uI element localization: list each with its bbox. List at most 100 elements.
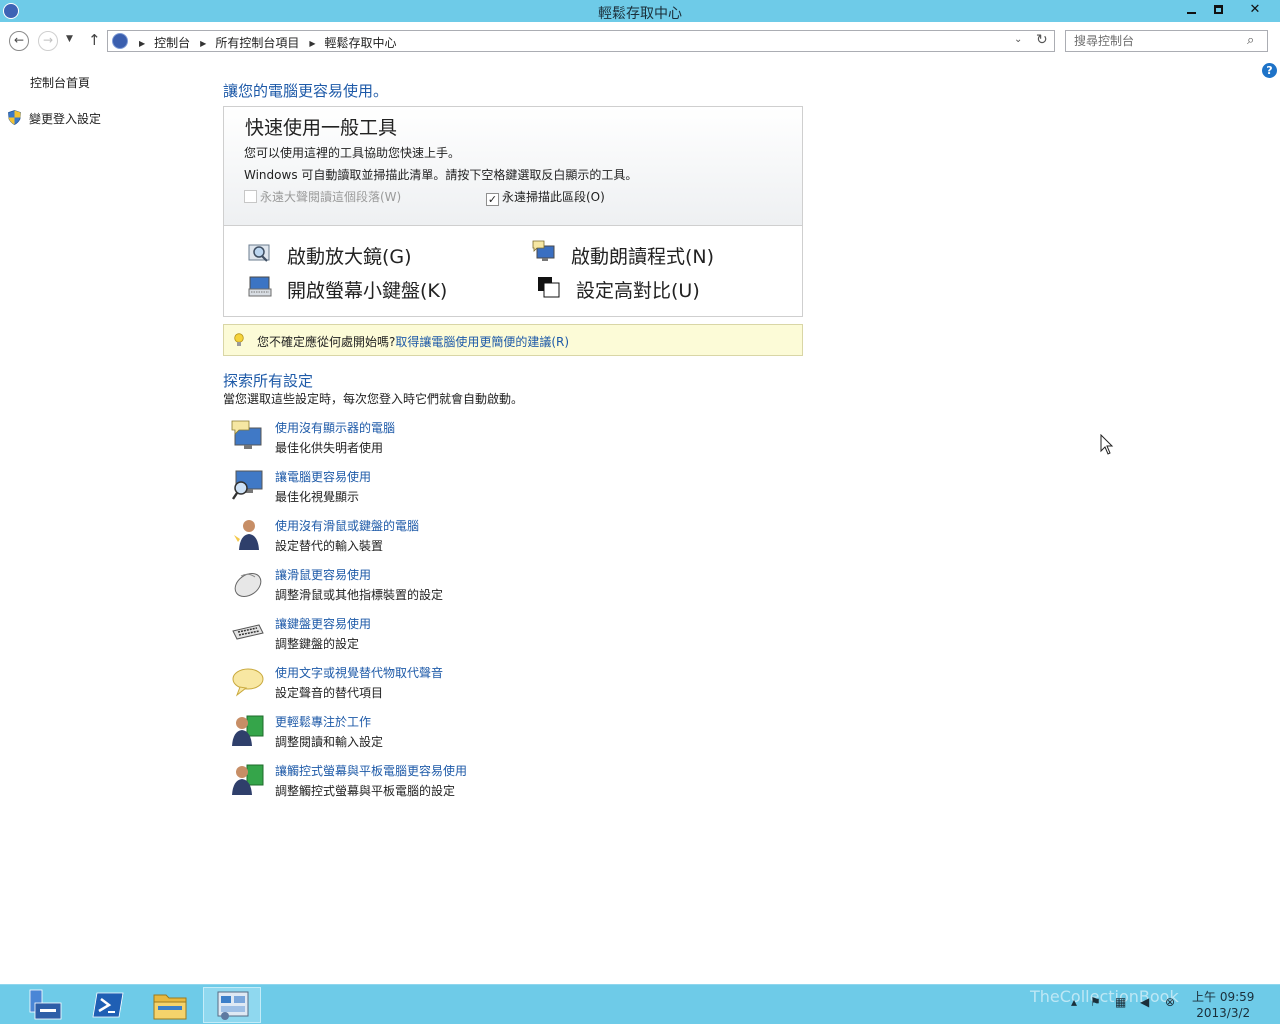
ime-icon[interactable]: ⊗ — [1165, 995, 1175, 1009]
list-item: 讓鍵盤更容易使用 調整鍵盤的設定 — [231, 615, 791, 659]
taskbar: TheCollectionBook ▴ ⚑ ▦ ◀ ⊗ 上午 09:59 201… — [0, 984, 1280, 1024]
item-description: 調整鍵盤的設定 — [275, 637, 360, 651]
search-icon[interactable]: ⌕ — [1247, 33, 1254, 48]
list-item: 使用沒有顯示器的電腦 最佳化供失明者使用 — [231, 419, 791, 463]
breadcrumb: ▶ 控制台 ▶ 所有控制台項目 ▶ 輕鬆存取中心 — [139, 36, 397, 50]
monitor-magnifier-icon — [232, 470, 263, 500]
quick-access-title: 快速使用一般工具 — [245, 117, 398, 139]
tip-bar: 您不確定應從何處開始嗎?取得讓電腦使用更簡便的建議(R) — [223, 324, 803, 356]
powershell-icon — [92, 992, 124, 1018]
sidebar-home-link[interactable]: 控制台首頁 — [30, 74, 90, 91]
restore-button[interactable] — [1205, 0, 1231, 20]
item-description: 設定替代的輸入裝置 — [275, 539, 384, 553]
item-description: 最佳化視覺顯示 — [275, 490, 360, 504]
high-contrast-icon — [538, 277, 560, 298]
close-button[interactable]: ✕ — [1232, 0, 1278, 20]
mouse-icon — [234, 573, 262, 597]
explore-subtitle: 當您選取這些設定時，每次您登入時它們就會自動啟動。 — [223, 392, 524, 406]
tip-text: 您不確定應從何處開始嗎?取得讓電腦使用更簡便的建議(R) — [257, 335, 570, 349]
page-title: 讓您的電腦更容易使用。 — [223, 82, 389, 100]
item-description: 調整閱讀和輸入設定 — [275, 735, 384, 749]
checkbox-box[interactable] — [244, 190, 257, 203]
always-scan-checkbox[interactable]: ✓ 永遠掃描此區段(O) — [486, 188, 605, 206]
breadcrumb-control-panel[interactable]: 控制台 — [154, 36, 190, 50]
lightbulb-icon — [234, 333, 244, 346]
control-panel-icon — [217, 991, 249, 1020]
item-description: 設定聲音的替代項目 — [275, 686, 384, 700]
explore-title: 探索所有設定 — [223, 372, 314, 390]
help-icon[interactable]: ? — [1262, 63, 1277, 78]
item-description: 最佳化供失明者使用 — [275, 441, 384, 455]
start-narrator-link[interactable]: 啟動朗讀程式(N) — [571, 242, 714, 269]
person-icon — [234, 520, 259, 550]
volume-muted-icon[interactable]: ◀ — [1140, 995, 1149, 1009]
network-icon[interactable]: ▦ — [1115, 995, 1126, 1009]
item-description: 調整觸控式螢幕與平板電腦的設定 — [275, 784, 456, 798]
breadcrumb-ease-of-access[interactable]: 輕鬆存取中心 — [325, 36, 397, 50]
list-item: 讓觸控式螢幕與平板電腦更容易使用 調整觸控式螢幕與平板電腦的設定 — [231, 762, 791, 806]
list-item: 使用文字或視覺替代物取代聲音 設定聲音的替代項目 — [231, 664, 791, 708]
list-item: 讓電腦更容易使用 最佳化視覺顯示 — [231, 468, 791, 512]
person-focus-icon — [232, 715, 264, 746]
navigation-bar: ← → ▼ ↑ ▶控制台▶所有控制台項目▶輕鬆存取中心 ⌄ ↻ ⌕ — [0, 22, 1280, 60]
powershell-button[interactable] — [79, 987, 137, 1023]
title-bar: 輕鬆存取中心 ✕ — [0, 0, 1280, 22]
touch-tablet-link[interactable]: 讓觸控式螢幕與平板電腦更容易使用 — [275, 762, 467, 779]
easier-to-see-link[interactable]: 讓電腦更容易使用 — [275, 468, 371, 485]
clock-time: 上午 09:59 — [1192, 990, 1255, 1004]
window-title: 輕鬆存取中心 — [598, 6, 682, 22]
refresh-icon[interactable]: ↻ — [1036, 32, 1048, 48]
magnifier-icon — [248, 244, 270, 262]
show-hidden-icons-icon[interactable]: ▴ — [1071, 995, 1077, 1009]
server-manager-button[interactable] — [16, 987, 74, 1023]
clock[interactable]: 上午 09:59 2013/3/2 — [1192, 989, 1254, 1021]
read-aloud-checkbox[interactable]: 永遠大聲閱讀這個段落(W) — [244, 188, 401, 205]
watermark: TheCollectionBook — [1030, 987, 1179, 1006]
server-manager-icon — [29, 989, 62, 1020]
uac-shield-icon — [8, 110, 21, 125]
folder-icon — [153, 994, 187, 1020]
up-button[interactable]: ↑ — [88, 31, 101, 49]
search-input[interactable] — [1066, 31, 1241, 51]
control-panel-taskbar-button[interactable] — [203, 987, 261, 1023]
action-center-flag-icon[interactable]: ⚑ — [1090, 995, 1101, 1009]
onscreen-keyboard-icon — [248, 276, 272, 297]
back-button[interactable]: ← — [9, 31, 29, 51]
no-mouse-keyboard-link[interactable]: 使用沒有滑鼠或鍵盤的電腦 — [275, 517, 419, 534]
sidebar-login-settings-link[interactable]: 變更登入設定 — [29, 110, 101, 127]
checkbox-box[interactable]: ✓ — [486, 193, 499, 206]
quick-access-header: 快速使用一般工具 您可以使用這裡的工具協助您快速上手。 Windows 可自動讀… — [224, 107, 802, 226]
breadcrumb-all-items[interactable]: 所有控制台項目 — [215, 36, 299, 50]
clock-date: 2013/3/2 — [1196, 1006, 1251, 1020]
quick-access-panel: 快速使用一般工具 您可以使用這裡的工具協助您快速上手。 Windows 可自動讀… — [223, 106, 803, 317]
minimize-button[interactable] — [1178, 0, 1204, 20]
mouse-easier-link[interactable]: 讓滑鼠更容易使用 — [275, 566, 371, 583]
quick-access-description: 您可以使用這裡的工具協助您快速上手。 — [244, 146, 461, 160]
no-display-link[interactable]: 使用沒有顯示器的電腦 — [275, 419, 395, 436]
keyboard-icon — [232, 624, 264, 640]
address-dropdown-icon[interactable]: ⌄ — [1014, 34, 1022, 45]
start-magnifier-link[interactable]: 啟動放大鏡(G) — [287, 242, 412, 269]
list-item: 使用沒有滑鼠或鍵盤的電腦 設定替代的輸入裝置 — [231, 517, 791, 561]
search-box[interactable]: ⌕ — [1065, 30, 1268, 52]
list-item: 讓滑鼠更容易使用 調整滑鼠或其他指標裝置的設定 — [231, 566, 791, 610]
keyboard-easier-link[interactable]: 讓鍵盤更容易使用 — [275, 615, 371, 632]
person-tablet-icon — [232, 764, 264, 795]
high-contrast-link[interactable]: 設定高對比(U) — [576, 276, 700, 303]
item-description: 調整滑鼠或其他指標裝置的設定 — [275, 588, 444, 602]
quick-access-instructions: Windows 可自動讀取並掃描此清單。請按下空格鍵選取反白顯示的工具。 — [244, 168, 638, 182]
address-bar[interactable]: ▶ 控制台 ▶ 所有控制台項目 ▶ 輕鬆存取中心 ⌄ ↻ — [107, 30, 1055, 52]
forward-button[interactable]: → — [38, 31, 58, 51]
focus-on-tasks-link[interactable]: 更輕鬆專注於工作 — [275, 713, 371, 730]
recommendations-link[interactable]: 取得讓電腦使用更簡便的建議(R) — [395, 335, 569, 349]
list-item: 更輕鬆專注於工作 調整閱讀和輸入設定 — [231, 713, 791, 757]
monitor-speech-icon — [231, 420, 262, 449]
onscreen-keyboard-link[interactable]: 開啟螢幕小鍵盤(K) — [287, 276, 447, 303]
speech-bubble-icon — [232, 668, 264, 697]
alternatives-for-sounds-link[interactable]: 使用文字或視覺替代物取代聲音 — [275, 664, 443, 681]
recent-pages-dropdown[interactable]: ▼ — [66, 34, 73, 44]
narrator-icon — [532, 240, 555, 261]
control-panel-icon — [112, 33, 128, 49]
file-explorer-button[interactable] — [141, 987, 199, 1023]
mouse-pointer-icon — [1100, 434, 1114, 455]
